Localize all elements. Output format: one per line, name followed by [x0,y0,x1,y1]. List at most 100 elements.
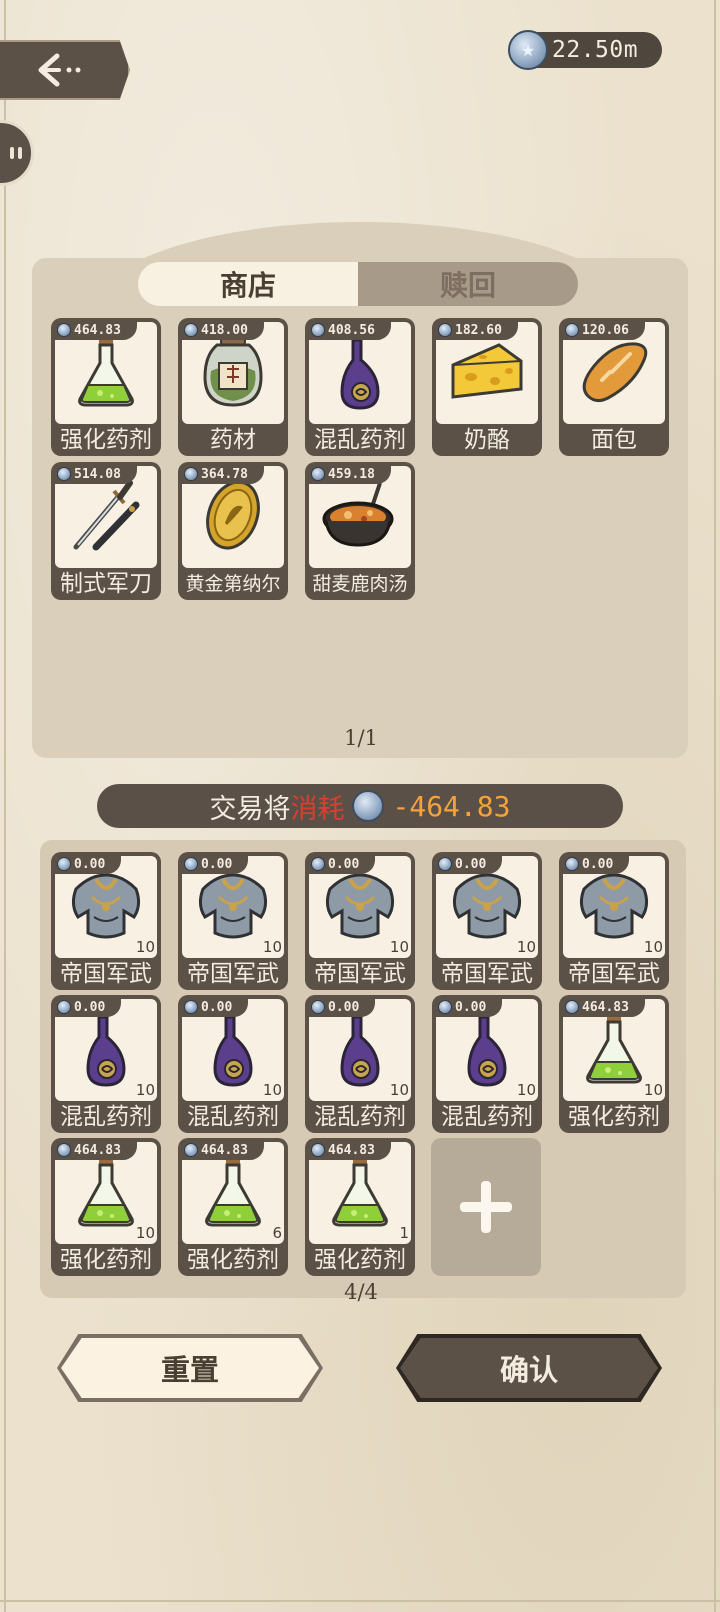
item-quantity: 10 [135,1081,155,1099]
price-tag: 364.78 [180,464,264,484]
pause-icon [10,147,22,159]
shop-item-card[interactable]: 364.78 黄金第纳尔 [178,462,288,600]
item-price: 0.00 [201,856,233,872]
item-name: 奶酪 [464,427,510,453]
price-tag: 464.83 [53,320,137,340]
item-name: 强化药剂 [187,1247,279,1273]
bag-item-card[interactable]: 0.00 10 帝国军武 [559,852,669,990]
item-price: 0.00 [201,999,233,1015]
shop-item-card[interactable]: 182.60 奶酪 [432,318,542,456]
bag-item-card[interactable]: 0.00 10 混乱药剂 [178,995,288,1133]
shop-item-card[interactable]: 418.00 药材 [178,318,288,456]
item-price: 459.18 [328,466,375,482]
bag-item-card[interactable]: 464.83 6 强化药剂 [178,1138,288,1276]
cost-label: 交易将消耗 [209,793,345,825]
stew-pot-icon [318,479,402,555]
price-tag: 182.60 [434,320,518,340]
item-name: 强化药剂 [568,1104,660,1130]
tab-shop[interactable]: 商店 [138,262,358,306]
bag-item-card[interactable]: 0.00 10 帝国军武 [51,852,161,990]
frame-border-right [714,0,716,1612]
silver-coin-icon [57,467,71,481]
price-tag: 459.18 [307,464,391,484]
item-quantity: 10 [516,1081,536,1099]
plus-icon [460,1181,512,1233]
shop-item-card[interactable]: 464.83 强化药剂 [51,318,161,456]
item-price: 0.00 [582,856,614,872]
price-tag: 514.08 [53,464,137,484]
item-price: 464.83 [328,1142,375,1158]
cost-value: -464.83 [392,789,511,823]
shop-item-card[interactable]: 459.18 甜麦鹿肉汤 [305,462,415,600]
tab-redeem[interactable]: 赎回 [358,262,578,306]
add-item-slot[interactable] [431,1138,541,1276]
item-name: 强化药剂 [60,427,152,453]
item-name: 黄金第纳尔 [185,573,281,595]
item-name: 混乱药剂 [187,1104,279,1130]
bag-item-card[interactable]: 0.00 10 混乱药剂 [305,995,415,1133]
item-price: 514.08 [74,466,121,482]
shop-tabs: 商店 赎回 [138,262,578,306]
item-price: 0.00 [328,999,360,1015]
armor-icon [66,867,146,947]
frame-border-bottom [0,1600,720,1602]
purple-potion-bottle-icon [330,1007,390,1093]
silver-coin-icon [57,1000,71,1014]
silver-coin-icon [57,857,71,871]
item-name: 帝国军武 [60,961,152,987]
silver-coin-icon [57,323,71,337]
bag-item-card[interactable]: 0.00 10 混乱药剂 [51,995,161,1133]
item-price: 464.83 [74,322,121,338]
item-name: 帝国军武 [441,961,533,987]
price-tag: 0.00 [180,854,249,874]
bag-item-card[interactable]: 0.00 10 帝国军武 [178,852,288,990]
item-quantity: 10 [516,938,536,956]
item-quantity: 10 [389,938,409,956]
item-name: 帝国军武 [314,961,406,987]
green-potion-flask-icon [197,1153,269,1233]
bag-item-card[interactable]: 0.00 10 帝国军武 [305,852,415,990]
silver-coin-icon [438,857,452,871]
item-name: 帝国军武 [568,961,660,987]
back-button[interactable] [0,40,130,100]
frame-border-left [4,0,6,1612]
bag-item-card[interactable]: 0.00 10 帝国军武 [432,852,542,990]
bag-item-card[interactable]: 464.83 10 强化药剂 [559,995,669,1133]
price-tag: 464.83 [180,1140,264,1160]
confirm-button[interactable]: 确认 [396,1334,662,1402]
shop-item-card[interactable]: 120.06 面包 [559,318,669,456]
armor-icon [447,867,527,947]
currency-value: 22.50m [552,37,639,63]
item-quantity: 6 [272,1224,282,1242]
silver-coin-icon [184,857,198,871]
pause-button[interactable] [0,120,34,186]
reset-button-label: 重置 [61,1338,319,1398]
silver-coin-icon [311,467,325,481]
inventory-page-indicator: 4/4 [344,1280,378,1304]
item-name: 强化药剂 [60,1247,152,1273]
item-price: 0.00 [328,856,360,872]
bag-item-card[interactable]: 464.83 10 强化药剂 [51,1138,161,1276]
item-quantity: 10 [643,938,663,956]
bag-item-card[interactable]: 464.83 1 强化药剂 [305,1138,415,1276]
sabre-icon [66,475,146,559]
item-name: 混乱药剂 [60,1104,152,1130]
reset-button[interactable]: 重置 [57,1334,323,1402]
item-quantity: 10 [135,938,155,956]
price-tag: 418.00 [180,320,264,340]
green-potion-flask-icon [324,1153,396,1233]
shop-page-indicator: 1/1 [344,726,378,750]
item-price: 0.00 [455,999,487,1015]
item-price: 120.06 [582,322,629,338]
item-name: 混乱药剂 [441,1104,533,1130]
price-tag: 464.83 [561,997,645,1017]
shop-item-card[interactable]: 408.56 混乱药剂 [305,318,415,456]
price-tag: 0.00 [53,997,122,1017]
price-tag: 0.00 [561,854,630,874]
item-name: 混乱药剂 [314,427,406,453]
shop-item-card[interactable]: 514.08 制式军刀 [51,462,161,600]
green-potion-flask-icon [70,333,142,413]
armor-icon [193,867,273,947]
price-tag: 408.56 [307,320,391,340]
bag-item-card[interactable]: 0.00 10 混乱药剂 [432,995,542,1133]
